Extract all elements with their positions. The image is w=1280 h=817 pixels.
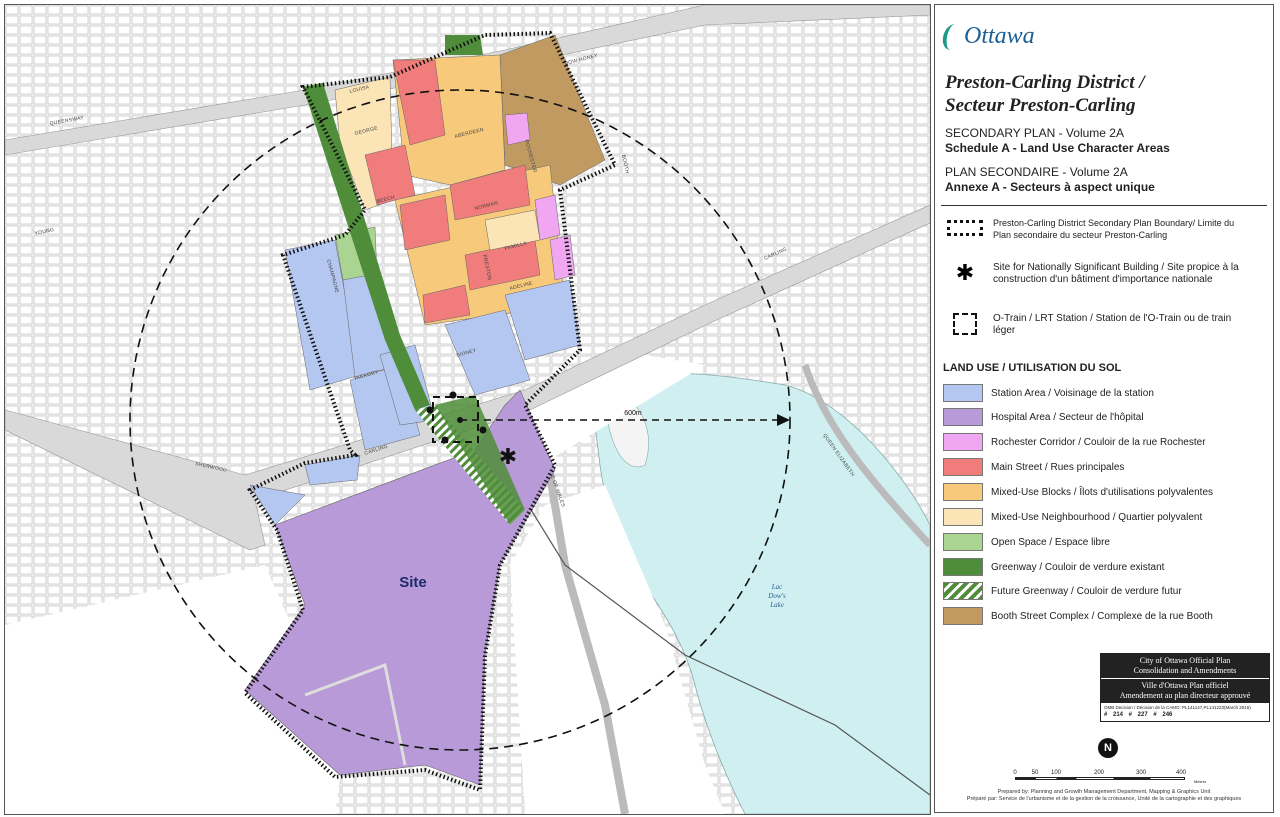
swatch-hospital-area <box>943 408 983 426</box>
main-street <box>399 194 451 251</box>
logo-text: Ottawa <box>964 23 1035 49</box>
swatch-mixed-use-blocks <box>943 483 983 501</box>
scale-tick: 100 <box>1050 770 1062 776</box>
land-use-title: LAND USE / UTILISATION DU SOL <box>943 362 1122 374</box>
scale-bar-graphic <box>1015 777 1185 780</box>
swatch-main-street <box>943 458 983 476</box>
land-use-item: Booth Street Complex / Complexe de la ru… <box>943 606 1213 626</box>
boundary-icon <box>947 220 983 236</box>
land-use-item: Main Street / Rues principales <box>943 457 1124 477</box>
land-use-item: Mixed-Use Neighbourhood / Quartier polyv… <box>943 507 1202 527</box>
secondary-plan: SECONDARY PLAN - Volume 2A <box>945 126 1124 140</box>
title-line-2: Secteur Preston-Carling <box>945 95 1136 116</box>
swatch-booth-complex <box>943 607 983 625</box>
scale-tick: 400 <box>1175 770 1187 776</box>
land-use-item: Rochester Corridor / Couloir de la rue R… <box>943 432 1206 452</box>
swatch-future-greenway <box>943 582 983 600</box>
legend-panel: Ottawa Preston-Carling District / Secteu… <box>934 4 1274 813</box>
plan-secondaire: PLAN SECONDAIRE - Volume 2A <box>945 165 1128 179</box>
lake-label: Dow's <box>767 592 786 600</box>
divider <box>941 205 1267 206</box>
land-use-item: Hospital Area / Secteur de l'hôpital <box>943 407 1144 427</box>
legend-station: O-Train / LRT Station / Station de l'O-T… <box>945 313 1253 337</box>
swatch-open-space <box>943 533 983 551</box>
asterisk-icon: ✱ <box>955 260 975 286</box>
ottawa-logo-icon <box>940 23 966 50</box>
land-use-item: Future Greenway / Couloir de verdure fut… <box>943 581 1182 601</box>
official-plan-header-fr: Ville d'Ottawa Plan officiel Amendement … <box>1101 678 1269 703</box>
map-canvas: QUEENSWAY CARLING CARLING SHERWOOD PRINC… <box>5 5 930 814</box>
lake-label: Lake <box>769 601 784 609</box>
schedule-title: Schedule A - Land Use Character Areas <box>945 141 1170 155</box>
land-use-item: Open Space / Espace libre <box>943 532 1110 552</box>
swatch-rochester-corridor <box>943 433 983 451</box>
distance-label: 600m <box>624 410 642 417</box>
official-plan-box: City of Ottawa Official Plan Consolidati… <box>1100 653 1270 722</box>
amendment-ids: # 214 # 227 # 246 <box>1104 712 1173 718</box>
scale-unit: Meters <box>1193 779 1207 784</box>
asterisk-icon: ✱ <box>499 445 517 470</box>
title-line-1: Preston-Carling District / <box>945 72 1145 93</box>
legend-boundary-label: Preston-Carling District Secondary Plan … <box>993 218 1235 240</box>
official-plan-header: City of Ottawa Official Plan Consolidati… <box>1101 654 1269 678</box>
land-use-item: Station Area / Voisinage de la station <box>943 383 1154 403</box>
annexe-title: Annexe A - Secteurs à aspect unique <box>945 180 1155 194</box>
scale-tick: 0 <box>1013 770 1017 776</box>
site-label: Site <box>399 574 427 591</box>
credits: Prepared by: Planning and Growth Managem… <box>966 789 1242 802</box>
swatch-station-area <box>943 384 983 402</box>
legend-site-label: Site for Nationally Significant Building… <box>993 262 1239 285</box>
north-arrow-icon: N <box>1098 738 1118 758</box>
swatch-mixed-use-neighbourhood <box>943 508 983 526</box>
scale-tick: 50 <box>1031 770 1039 776</box>
omb-decision: OMB Decision / Décision de la CAMO: PL14… <box>1104 705 1251 710</box>
page-title: Preston-Carling District / Secteur Prest… <box>945 71 1145 117</box>
legend-boundary: Preston-Carling District Secondary Plan … <box>945 217 1253 241</box>
lake-label: Lac <box>771 583 783 591</box>
legend-site-nsb: ✱ Site for Nationally Significant Buildi… <box>945 260 1253 286</box>
swatch-greenway <box>943 558 983 576</box>
land-use-item: Mixed-Use Blocks / Îlots d'utilisations … <box>943 482 1213 502</box>
ottawa-logo: Ottawa <box>940 23 1035 50</box>
legend-station-label: O-Train / LRT Station / Station de l'O-T… <box>993 313 1232 336</box>
land-use-item: Greenway / Couloir de verdure existant <box>943 557 1164 577</box>
scale-tick: 200 <box>1093 770 1105 776</box>
station-icon <box>953 313 977 335</box>
scale-tick: 300 <box>1135 770 1147 776</box>
map-panel[interactable]: QUEENSWAY CARLING CARLING SHERWOOD PRINC… <box>4 4 931 815</box>
